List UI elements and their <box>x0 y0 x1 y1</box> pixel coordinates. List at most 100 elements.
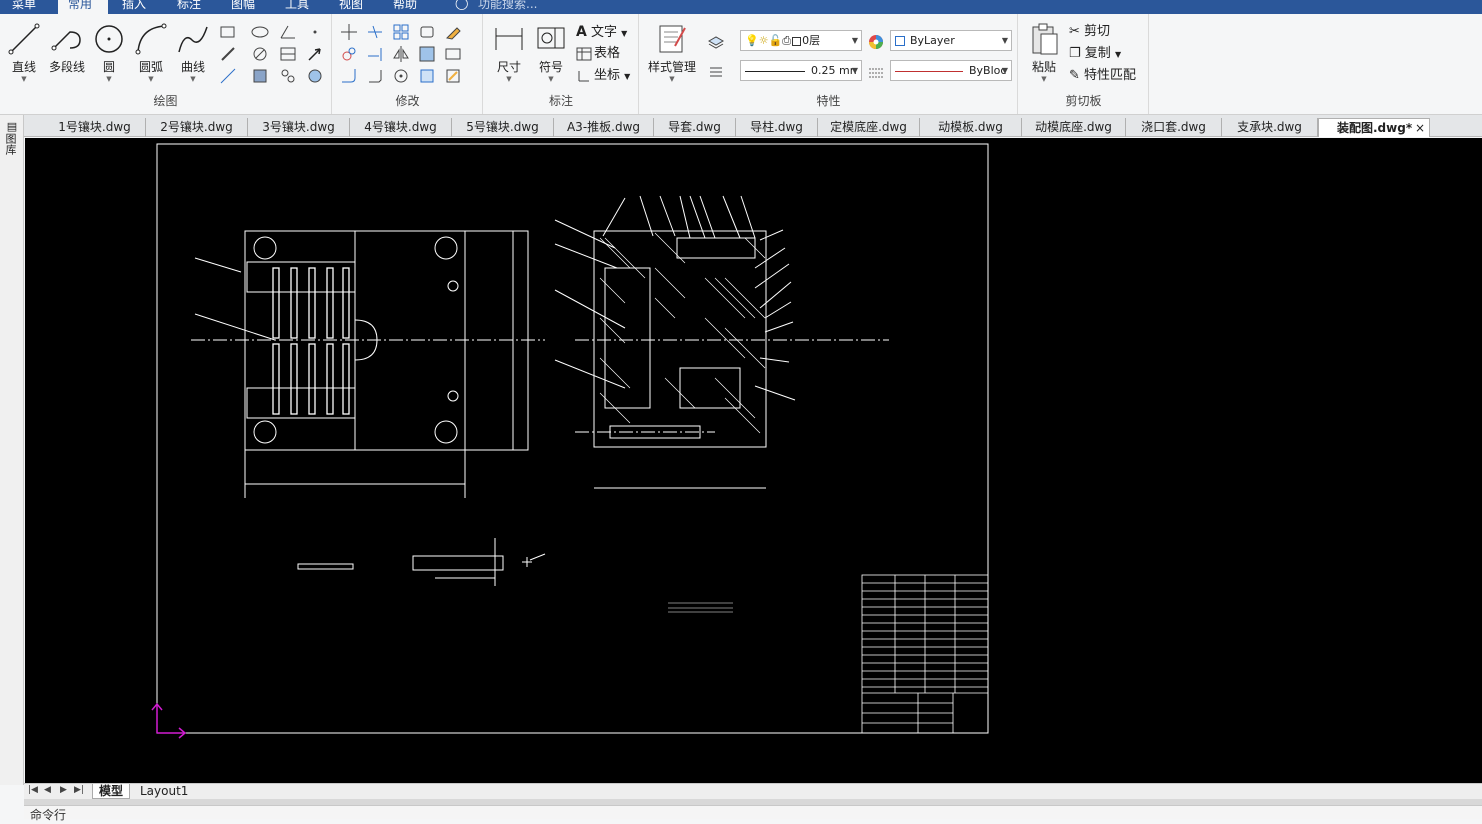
tab-document[interactable]: 定模底座.dwg <box>818 118 920 137</box>
tab-document[interactable]: A3-推板.dwg <box>554 118 654 137</box>
menu-item-annotate[interactable]: 标注 <box>167 0 211 14</box>
match-properties-label: 特性匹配 <box>1084 68 1137 83</box>
annotate-group: 尺寸 ▼ 符号 ▼ A 文字 ▼ 表格 坐标 ▼ 标注 <box>484 14 639 114</box>
move-icon[interactable] <box>339 22 359 42</box>
draw-group: 直线 ▼ 多段线 圆 ▼ 圆弧 ▼ 曲线 ▼ 绘图 <box>0 14 332 114</box>
pen-icon[interactable] <box>218 44 238 64</box>
style-manager-button[interactable]: 样式管理 ▼ <box>644 22 700 86</box>
tab-model[interactable]: 模型 <box>92 784 131 799</box>
tab-document[interactable]: 导柱.dwg <box>736 118 818 137</box>
next-layout-icon[interactable]: ▶ <box>60 785 67 795</box>
sheet-border <box>156 143 989 734</box>
polyline-button[interactable]: 多段线 <box>47 22 87 86</box>
tab-document[interactable]: 动模板.dwg <box>920 118 1022 137</box>
circle-button[interactable]: 圆 ▼ <box>90 22 128 86</box>
tab-document[interactable]: 2号镶块.dwg <box>146 118 248 137</box>
break-icon[interactable] <box>417 66 437 86</box>
extend-icon[interactable] <box>365 44 385 64</box>
ellipse-icon[interactable] <box>250 22 270 42</box>
point-icon[interactable] <box>305 22 325 42</box>
table-button[interactable]: 表格 <box>576 44 620 64</box>
prev-layout-icon[interactable]: ◀ <box>44 785 51 795</box>
paste-button[interactable]: 粘贴 ▼ <box>1025 22 1063 86</box>
tab-document[interactable]: 浇口套.dwg <box>1126 118 1222 137</box>
tab-document[interactable]: 支承块.dwg <box>1222 118 1318 137</box>
erase-icon[interactable] <box>443 22 463 42</box>
last-layout-icon[interactable]: ▶| <box>74 785 84 795</box>
dimension-label: 尺寸 <box>496 60 521 74</box>
lineweight-dropdown[interactable]: 0.25 mn ▼ <box>740 60 862 81</box>
explode-icon[interactable] <box>443 66 463 86</box>
hatch-icon[interactable] <box>250 44 270 64</box>
array-icon[interactable] <box>391 22 411 42</box>
layer-manager-icon[interactable] <box>706 32 726 52</box>
text-button[interactable]: A 文字 ▼ <box>576 22 627 42</box>
menu-bar: 菜单 常用 插入 标注 图幅 工具 视图 帮助 ◯ 功能搜索... <box>0 0 1482 14</box>
coordinate-button[interactable]: 坐标 ▼ <box>576 66 630 86</box>
symbol-icon <box>537 27 565 49</box>
copy-modify-icon[interactable] <box>339 44 359 64</box>
menu-item-insert[interactable]: 插入 <box>112 0 156 14</box>
first-layout-icon[interactable]: |◀ <box>28 785 38 795</box>
color-wheel-icon[interactable] <box>866 32 886 52</box>
close-icon[interactable]: × <box>1415 119 1425 137</box>
linetype-icon[interactable] <box>866 62 886 82</box>
rotate-icon[interactable] <box>391 66 411 86</box>
linetype-sample-icon <box>895 70 963 72</box>
tab-document[interactable]: 3号镶块.dwg <box>248 118 350 137</box>
title-block <box>861 574 989 734</box>
linetype-dropdown[interactable]: ByBloc ▼ <box>890 60 1012 81</box>
drawing-canvas[interactable] <box>25 138 1482 783</box>
table-draw-icon[interactable] <box>278 44 298 64</box>
region-icon[interactable] <box>250 66 270 86</box>
tab-document[interactable]: 4号镶块.dwg <box>350 118 452 137</box>
wipeout-icon[interactable] <box>305 66 325 86</box>
menu-item-frame[interactable]: 图幅 <box>221 0 265 14</box>
properties-group: 样式管理 ▼ 💡☼🔓⎙ 0层 ▼ ByLayer ▼ 0.25 mn ▼ ByBloc ▼… <box>640 14 1018 114</box>
library-panel-tab[interactable]: ▤ 图库 <box>4 121 20 156</box>
copy-button[interactable]: ❐ 复制 ▼ <box>1069 44 1121 64</box>
arc-label: 圆弧 <box>138 60 163 74</box>
angle-icon[interactable] <box>278 22 298 42</box>
tab-document[interactable]: 导套.dwg <box>654 118 736 137</box>
menu-item-help[interactable]: 帮助 <box>383 0 427 14</box>
block-icon[interactable] <box>278 66 298 86</box>
command-line[interactable]: 命令行 <box>24 805 1482 822</box>
arrow-icon[interactable] <box>305 44 325 64</box>
tab-document[interactable]: 动模底座.dwg <box>1022 118 1126 137</box>
tab-document[interactable]: 1号镶块.dwg <box>44 118 146 137</box>
menu-item-menu[interactable]: 菜单 <box>2 0 46 14</box>
scale-icon[interactable] <box>417 44 437 64</box>
coordinate-label: 坐标 <box>594 68 621 83</box>
list-icon[interactable] <box>706 62 726 82</box>
curve-button[interactable]: 曲线 ▼ <box>174 22 212 86</box>
color-dropdown[interactable]: ByLayer ▼ <box>890 30 1012 51</box>
dimension-button[interactable]: 尺寸 ▼ <box>490 22 528 86</box>
properties-group-label: 特性 <box>816 94 841 108</box>
mirror-icon[interactable] <box>391 44 411 64</box>
tab-document-active[interactable]: 装配图.dwg* × <box>1318 118 1430 137</box>
menu-item-home[interactable]: 常用 <box>58 0 108 14</box>
chamfer-icon[interactable] <box>365 66 385 86</box>
match-properties-button[interactable]: ✎ 特性匹配 <box>1069 66 1136 86</box>
xline-icon[interactable] <box>218 66 238 86</box>
trim-icon[interactable] <box>365 22 385 42</box>
fillet-icon[interactable] <box>339 66 359 86</box>
menu-item-tools[interactable]: 工具 <box>275 0 319 14</box>
chevron-down-icon: ▼ <box>506 75 512 83</box>
rectangle-icon[interactable] <box>218 22 238 42</box>
line-button[interactable]: 直线 ▼ <box>5 22 43 86</box>
layer-dropdown[interactable]: 💡☼🔓⎙ 0层 ▼ <box>740 30 862 51</box>
symbol-button[interactable]: 符号 ▼ <box>532 22 570 86</box>
chevron-down-icon: ▼ <box>1001 66 1008 75</box>
stretch-icon[interactable] <box>443 44 463 64</box>
lightbulb-icon: ◯ <box>455 0 469 10</box>
arc-button[interactable]: 圆弧 ▼ <box>132 22 170 86</box>
search-input[interactable]: 功能搜索... <box>468 0 547 14</box>
menu-item-view[interactable]: 视图 <box>329 0 373 14</box>
cut-button[interactable]: ✂ 剪切 <box>1069 22 1110 42</box>
tab-document[interactable]: 5号镶块.dwg <box>452 118 554 137</box>
offset-icon[interactable] <box>417 22 437 42</box>
tab-layout1[interactable]: Layout1 <box>134 784 194 799</box>
chevron-down-icon: ▼ <box>1001 36 1008 45</box>
